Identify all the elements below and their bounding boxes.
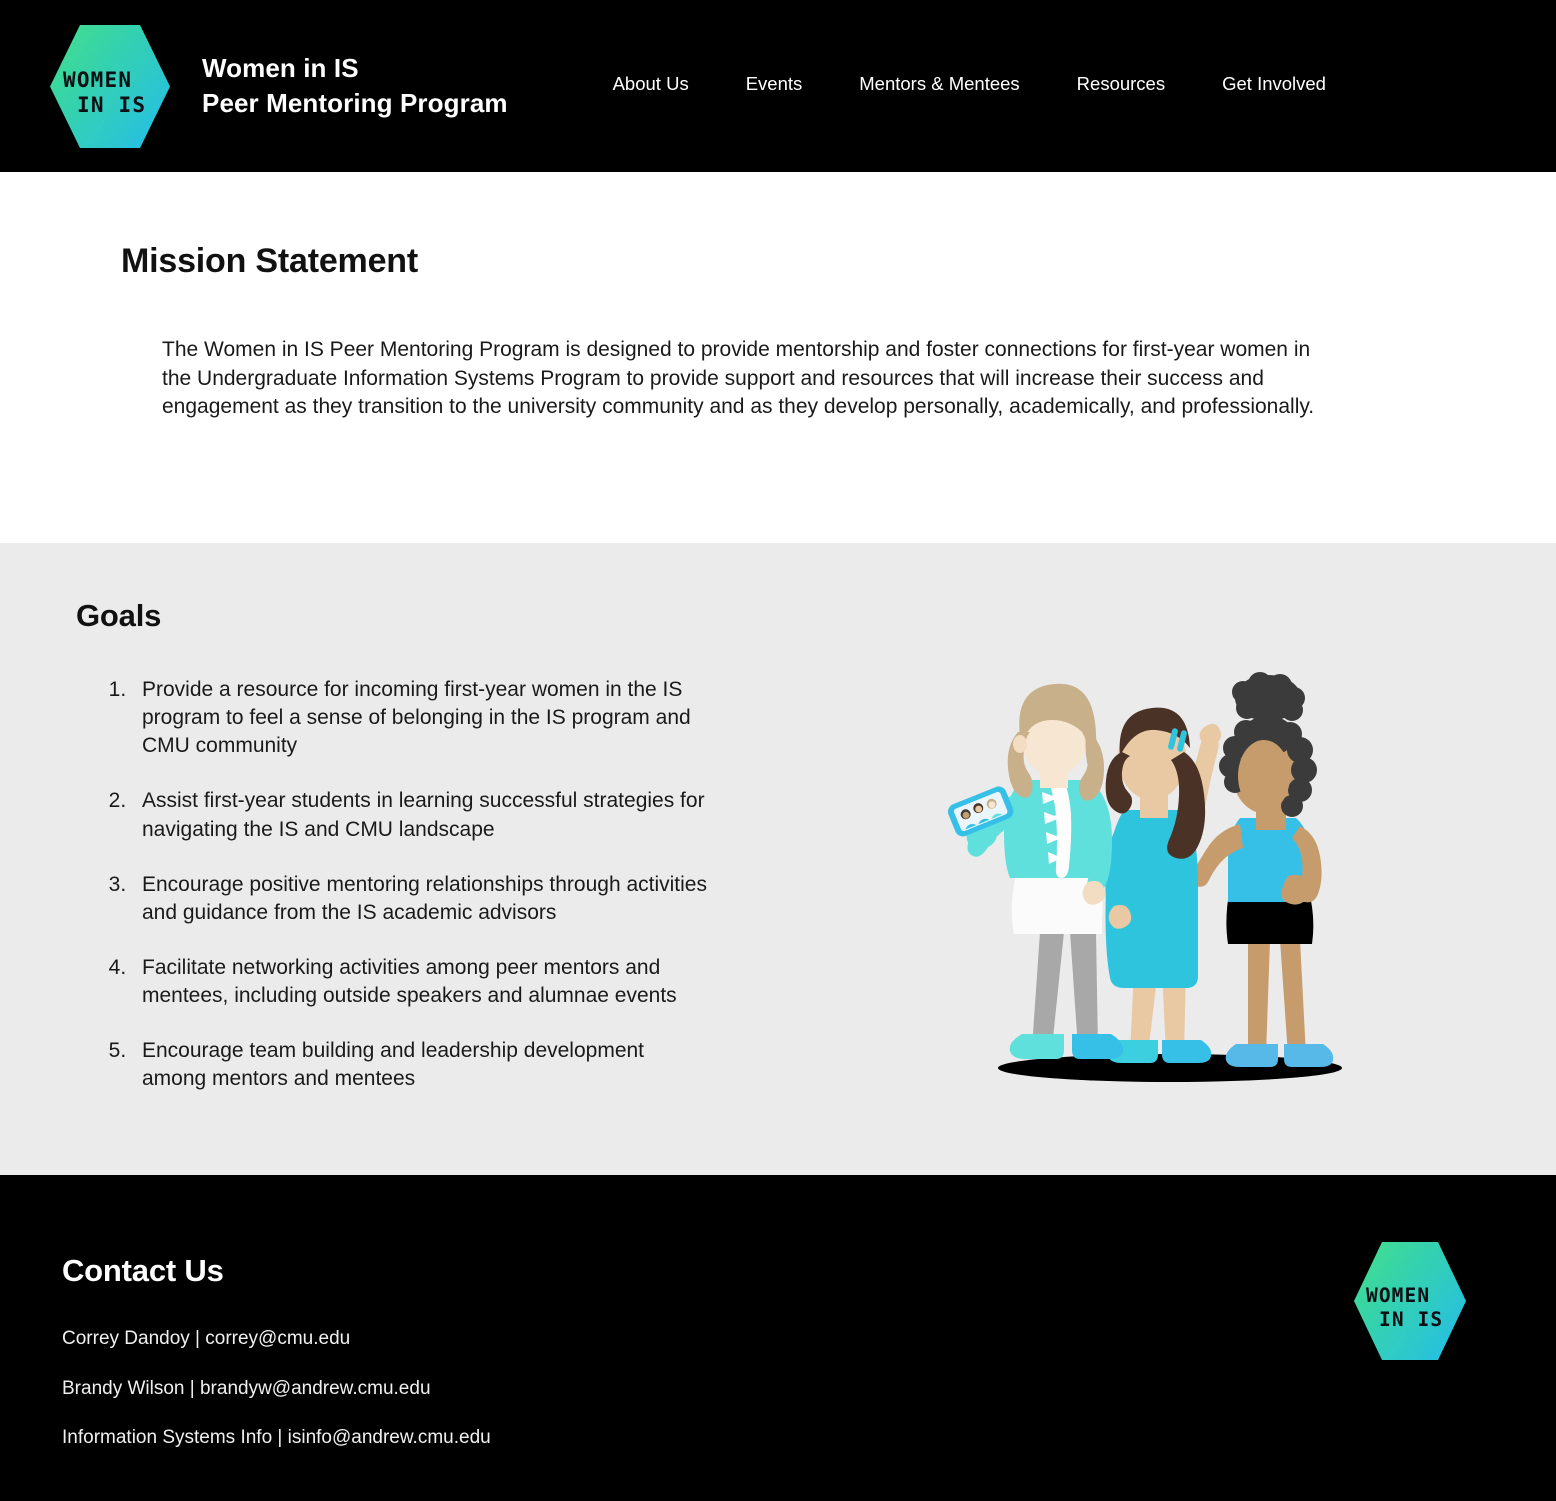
nav-link-resources[interactable]: Resources bbox=[1077, 73, 1165, 95]
nav-link-get-involved[interactable]: Get Involved bbox=[1222, 73, 1326, 95]
nav-link-about-us[interactable]: About Us bbox=[613, 73, 689, 95]
mission-statement-section: Mission Statement The Women in IS Peer M… bbox=[0, 172, 1556, 543]
svg-text:IN IS: IN IS bbox=[1379, 1308, 1443, 1331]
goals-heading: Goals bbox=[76, 598, 162, 633]
nav-link-events[interactable]: Events bbox=[746, 73, 803, 95]
svg-text:WOMEN: WOMEN bbox=[63, 68, 132, 92]
brand[interactable]: WOMEN IN IS Women in IS Peer Mentoring P… bbox=[50, 19, 508, 154]
three-women-selfie-illustration bbox=[948, 640, 1388, 1115]
goals-text-column: Goals Provide a resource for incoming fi… bbox=[0, 598, 780, 1135]
goals-list-item: Facilitate networking activities among p… bbox=[132, 954, 707, 1010]
goals-illustration-column bbox=[780, 598, 1556, 1135]
goals-list-item: Provide a resource for incoming first-ye… bbox=[132, 676, 707, 760]
svg-text:WOMEN: WOMEN bbox=[1366, 1284, 1430, 1307]
page-root: WOMEN IN IS Women in IS Peer Mentoring P… bbox=[0, 0, 1556, 1501]
contact-line[interactable]: Brandy Wilson | brandyw@andrew.cmu.edu bbox=[62, 1377, 1556, 1402]
logo-hexagon-icon[interactable]: WOMEN IN IS bbox=[50, 19, 170, 154]
main-navigation: About Us Events Mentors & Mentees Resour… bbox=[613, 73, 1326, 99]
contact-us-heading: Contact Us bbox=[62, 1253, 224, 1288]
mission-body-text: The Women in IS Peer Mentoring Program i… bbox=[162, 338, 1315, 419]
nav-link-mentors-mentees[interactable]: Mentors & Mentees bbox=[859, 73, 1019, 95]
contact-line[interactable]: Correy Dandoy | correy@cmu.edu bbox=[62, 1327, 1556, 1352]
brand-title: Women in IS Peer Mentoring Program bbox=[202, 53, 508, 118]
goals-section: Goals Provide a resource for incoming fi… bbox=[0, 543, 1556, 1175]
site-footer: Contact Us Correy Dandoy | correy@cmu.ed… bbox=[0, 1175, 1556, 1501]
svg-text:IN IS: IN IS bbox=[77, 93, 146, 117]
goals-list-item: Encourage positive mentoring relationshi… bbox=[132, 871, 707, 927]
mission-heading: Mission Statement bbox=[121, 242, 418, 280]
contact-line[interactable]: Information Systems Info | isinfo@andrew… bbox=[62, 1426, 1556, 1451]
contact-list: Correy Dandoy | correy@cmu.edu Brandy Wi… bbox=[62, 1327, 1556, 1451]
footer-logo-hexagon-icon[interactable]: WOMEN IN IS bbox=[1354, 1237, 1466, 1365]
goals-list-item: Encourage team building and leadership d… bbox=[132, 1037, 707, 1093]
site-header: WOMEN IN IS Women in IS Peer Mentoring P… bbox=[0, 0, 1556, 172]
goals-list: Provide a resource for incoming first-ye… bbox=[132, 676, 707, 1093]
goals-list-item: Assist first-year students in learning s… bbox=[132, 787, 707, 843]
